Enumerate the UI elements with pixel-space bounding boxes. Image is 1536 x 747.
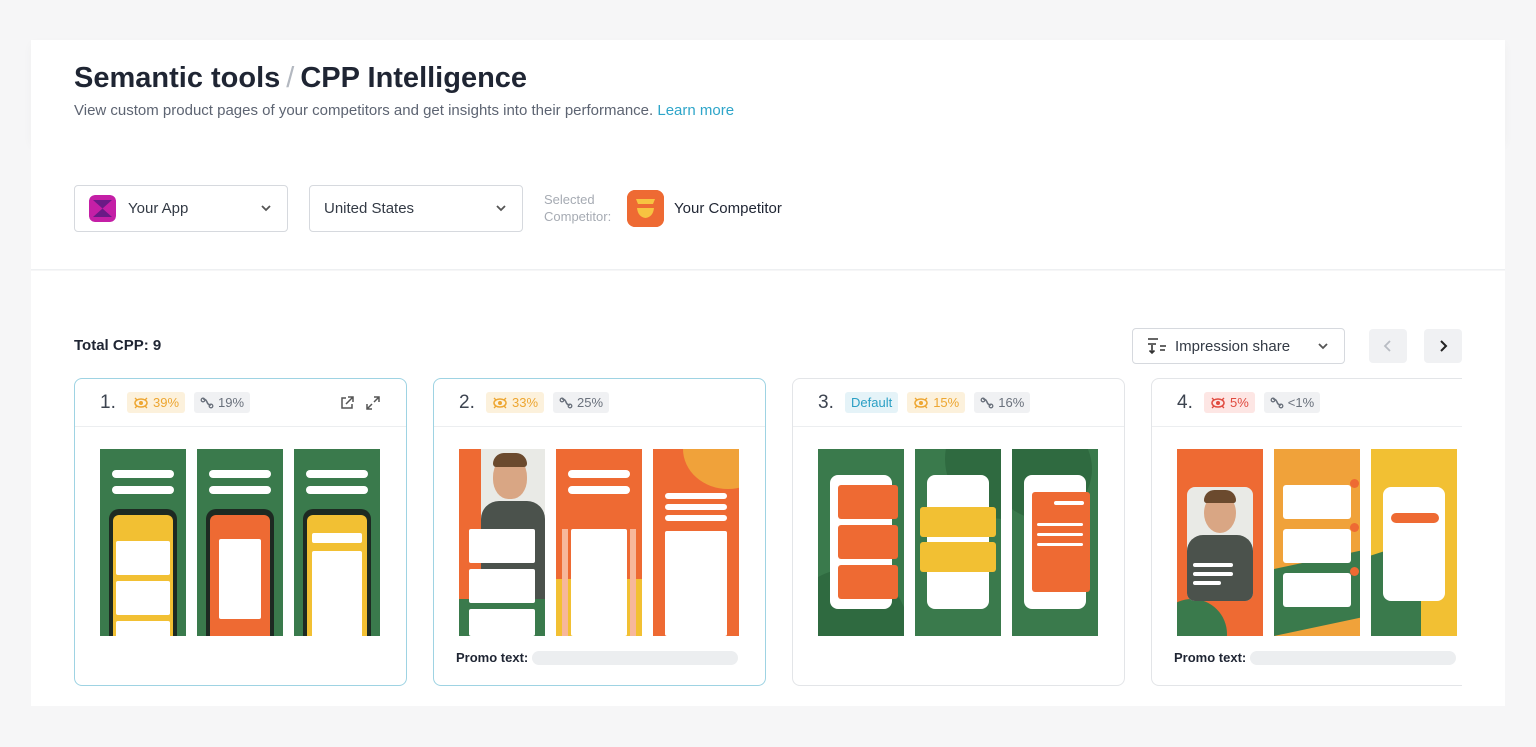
link-icon [200,397,214,408]
conversion-value: <1% [1287,395,1315,410]
subtitle-text: View custom product pages of your compet… [74,102,654,119]
competitor-logo-icon[interactable] [627,190,664,227]
app-screenshot [100,449,186,636]
promo-label: Promo text: [456,650,529,665]
sort-select[interactable]: Impression share [1132,328,1345,364]
card-badges: Default 15% 16% [845,392,1031,413]
app-screenshot [653,449,739,636]
conversion-badge: 16% [974,392,1031,413]
app-screenshot [459,449,545,636]
app-select-value: Your App [128,200,189,217]
app-screenshot [556,449,642,636]
cpp-card[interactable]: 2. 33% 25% Promo text: [433,378,766,686]
screenshot-strip [100,449,380,636]
chevron-left-icon [1383,340,1391,352]
selected-competitor-label: Selected Competitor: [544,191,611,225]
country-select[interactable]: United States [309,185,523,232]
prev-page-button[interactable] [1369,329,1407,363]
card-badges: 5% <1% [1204,392,1321,413]
promo-text-placeholder [1250,650,1457,665]
chevron-down-icon [1318,343,1328,350]
page-title: CPP Intelligence [300,62,528,94]
card-header: 2. 33% 25% [434,379,765,427]
card-badges: 39% 19% [127,392,251,413]
chevron-right-icon [1440,340,1448,352]
breadcrumb-separator: / [286,62,295,94]
card-rank: 4. [1177,392,1193,413]
learn-more-link[interactable]: Learn more [657,102,734,119]
card-rank: 2. [459,392,475,413]
cpp-card[interactable]: 1. 39% 19% [74,378,407,686]
eye-icon [914,397,928,408]
app-screenshot [1371,449,1457,636]
cpp-results: Total CPP: 9 Impression share 1. 39% 19%… [31,271,1505,706]
promo-text-row: Promo text: [1174,650,1457,665]
card-header: 4. 5% <1% [1152,379,1462,427]
page-subtitle: View custom product pages of your compet… [74,102,734,119]
impression-share-badge: 39% [127,392,186,413]
conversion-badge: <1% [1263,392,1321,413]
conversion-value: 19% [218,395,245,410]
impression-share-value: 33% [512,395,539,410]
sort-icon [1148,338,1166,355]
country-select-value: United States [324,200,415,217]
page-header: Semantic tools / CPP Intelligence View cus… [31,40,1505,142]
card-header: 3. Default 15% 16% [793,379,1124,427]
link-icon [980,397,994,408]
promo-text-row: Promo text: [456,650,739,665]
card-badges: 33% 25% [486,392,610,413]
link-icon [559,397,573,408]
app-screenshot [1177,449,1263,636]
eye-icon [134,397,148,408]
total-cpp-count: Total CPP: 9 [74,337,162,354]
conversion-badge: 25% [553,392,610,413]
card-rank: 1. [100,392,116,413]
eye-icon [1211,397,1225,408]
cpp-card[interactable]: 4. 5% <1% Promo text: [1151,378,1462,686]
open-external-icon[interactable] [339,395,355,411]
app-screenshot [1274,449,1360,636]
card-actions [339,395,381,411]
impression-share-badge: 5% [1204,392,1255,413]
breadcrumb: Semantic tools / CPP Intelligence [74,62,527,95]
app-screenshot [915,449,1001,636]
screenshot-strip [818,449,1098,636]
impression-share-value: 39% [153,395,180,410]
competitor-name: Your Competitor [674,200,782,217]
chevron-down-icon [496,205,506,212]
filter-bar: Your App United States Selected Competit… [31,142,1505,270]
promo-text-placeholder [532,650,739,665]
cpp-card[interactable]: 3. Default 15% 16% [792,378,1125,686]
impression-share-value: 15% [933,395,960,410]
screenshot-strip [459,449,739,636]
eye-icon [493,397,507,408]
conversion-value: 25% [577,395,604,410]
impression-share-badge: 33% [486,392,545,413]
conversion-value: 16% [998,395,1025,410]
impression-share-badge: 15% [907,392,966,413]
breadcrumb-root[interactable]: Semantic tools [74,62,280,94]
promo-label: Promo text: [1174,650,1247,665]
app-screenshot [197,449,283,636]
link-icon [1270,397,1284,408]
app-screenshot [1012,449,1098,636]
chevron-down-icon [261,205,271,212]
selected-label-line2: Competitor: [544,209,612,224]
card-rank: 3. [818,392,834,413]
next-page-button[interactable] [1424,329,1462,363]
expand-icon[interactable] [365,395,381,411]
screenshot-strip [1177,449,1457,636]
cpp-card-carousel: 1. 39% 19% 2. 33% 25% Promo text: 3. Def… [74,378,1462,688]
app-screenshot [294,449,380,636]
app-screenshot [818,449,904,636]
impression-share-value: 5% [1230,395,1249,410]
selected-label-line1: Selected [544,192,595,207]
sort-select-value: Impression share [1175,337,1291,355]
app-logo-icon [89,195,116,222]
conversion-badge: 19% [194,392,251,413]
default-badge: Default [845,392,899,413]
app-select[interactable]: Your App [74,185,288,232]
card-header: 1. 39% 19% [75,379,406,427]
